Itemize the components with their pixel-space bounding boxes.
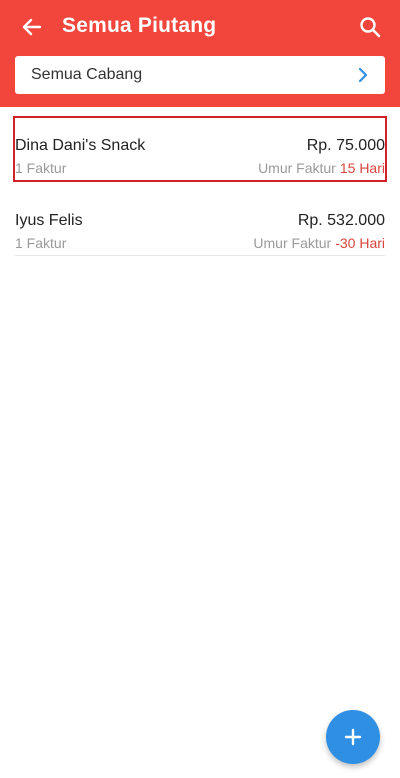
invoice-age-days: 15 Hari (339, 160, 385, 176)
app-bar: Semua Piutang (0, 0, 400, 54)
receivable-amount: Rp. 75.000 (306, 137, 385, 154)
chevron-right-icon (358, 67, 368, 83)
customer-name: Iyus Felis (15, 212, 83, 229)
invoice-age: Umur Faktur -30 Hari (253, 235, 385, 251)
invoice-age: Umur Faktur 15 Hari (258, 160, 385, 176)
plus-icon (344, 728, 362, 746)
branch-filter-label: Semua Cabang (31, 66, 143, 83)
branch-filter-select[interactable]: Semua Cabang (15, 56, 385, 94)
search-button[interactable] (352, 9, 388, 45)
header: Semua Piutang Semua Cabang (0, 0, 400, 107)
back-button[interactable] (14, 9, 50, 45)
invoice-count: 1 Faktur (15, 160, 67, 176)
list-item[interactable]: Iyus Felis Rp. 532.000 1 Faktur Umur Fak… (15, 193, 385, 255)
invoice-count: 1 Faktur (15, 235, 67, 251)
invoice-age-label: Umur Faktur (258, 160, 336, 176)
arrow-left-icon (22, 18, 42, 36)
list-item[interactable]: Dina Dani's Snack Rp. 75.000 1 Faktur Um… (13, 116, 387, 182)
list-divider (15, 255, 385, 256)
add-receivable-button[interactable] (326, 710, 380, 764)
customer-name: Dina Dani's Snack (15, 137, 146, 154)
page-title: Semua Piutang (62, 14, 217, 37)
search-icon (360, 17, 381, 38)
receivable-amount: Rp. 532.000 (297, 212, 385, 229)
invoice-age-days: -30 Hari (335, 235, 385, 251)
invoice-age-label: Umur Faktur (253, 235, 332, 251)
